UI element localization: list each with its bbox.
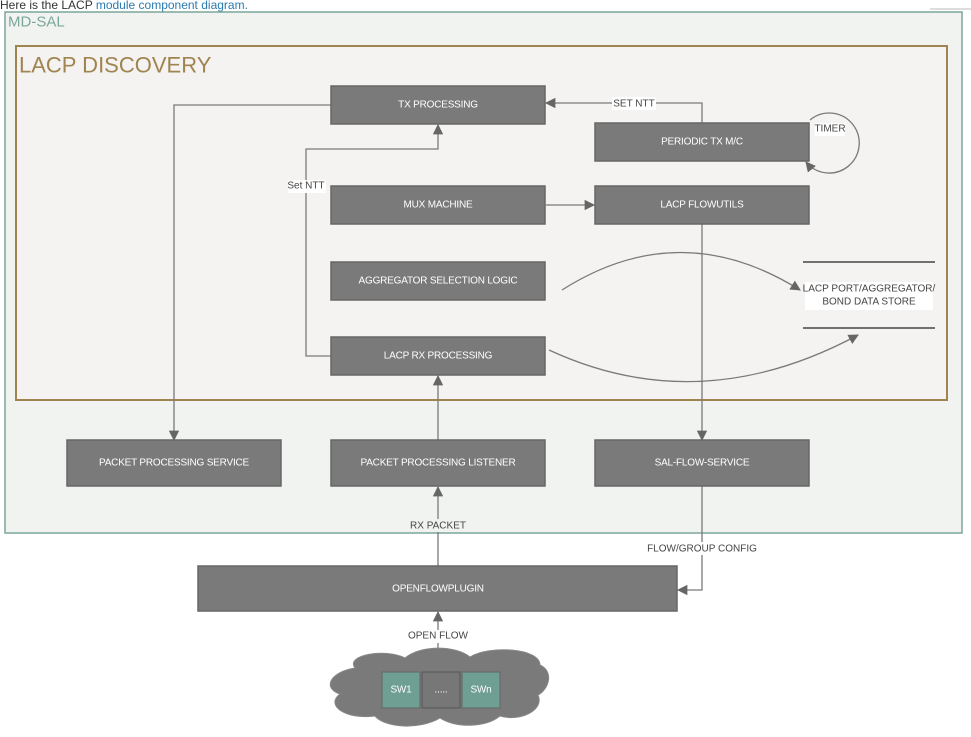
swn-label: SWn [470,685,491,696]
open-flow-label: OPEN FLOW [408,631,469,642]
tx-processing-box[interactable]: TX PROCESSING [330,85,546,125]
flow-group-config-label: FLOW/GROUP CONFIG [647,544,757,555]
switch-swn[interactable]: SWn [461,671,501,709]
data-store-line2: BOND DATA STORE [822,297,916,308]
sal-flow-service-box[interactable]: SAL-FLOW-SERVICE [594,439,810,487]
intro-text: Here is the LACP module component diagra… [0,0,252,11]
switch-ellipsis: ..... [421,671,461,709]
lacp-discovery-label: LACP DISCOVERY [19,53,212,78]
rx-packet-label: RX PACKET [410,521,466,532]
sal-flow-service-label: SAL-FLOW-SERVICE [655,458,750,469]
diagram-link[interactable]: module component diagram. [96,0,248,12]
lacp-flowutils-label: LACP FLOWUTILS [660,200,744,211]
data-store-line1: LACP PORT/AGGREGATOR/ [803,284,936,295]
periodic-tx-box[interactable]: PERIODIC TX M/C [594,122,810,162]
switch-sw1[interactable]: SW1 [381,671,421,709]
intro-prefix: Here is the LACP [0,0,96,12]
openflowplugin-box[interactable]: OPENFLOWPLUGIN [197,565,678,612]
set-ntt-top-label: SET NTT [613,99,654,110]
packet-processing-service-box[interactable]: PACKET PROCESSING SERVICE [66,439,282,487]
openflowplugin-label: OPENFLOWPLUGIN [392,584,484,595]
ellipsis-label: ..... [435,685,448,696]
periodic-tx-label: PERIODIC TX M/C [661,137,743,148]
tx-processing-label: TX PROCESSING [398,100,478,111]
lacp-rx-processing-box[interactable]: LACP RX PROCESSING [330,336,546,376]
lacp-rx-processing-label: LACP RX PROCESSING [384,351,493,362]
md-sal-label: MD-SAL [8,14,65,31]
sw1-label: SW1 [390,685,412,696]
packet-processing-listener-box[interactable]: PACKET PROCESSING LISTENER [330,439,546,487]
mux-machine-label: MUX MACHINE [404,200,473,211]
packet-processing-service-label: PACKET PROCESSING SERVICE [99,458,250,469]
packet-processing-listener-label: PACKET PROCESSING LISTENER [360,458,515,469]
timer-label: TIMER [814,124,845,135]
aggregator-selection-label: AGGREGATOR SELECTION LOGIC [359,276,518,287]
mux-machine-box[interactable]: MUX MACHINE [330,185,546,225]
lacp-diagram: MD-SAL LACP DISCOVERY SET NTT Set NTT TI… [4,8,971,727]
lacp-flowutils-box[interactable]: LACP FLOWUTILS [594,185,810,225]
set-ntt-left-label: Set NTT [287,181,324,192]
aggregator-selection-box[interactable]: AGGREGATOR SELECTION LOGIC [330,261,546,301]
